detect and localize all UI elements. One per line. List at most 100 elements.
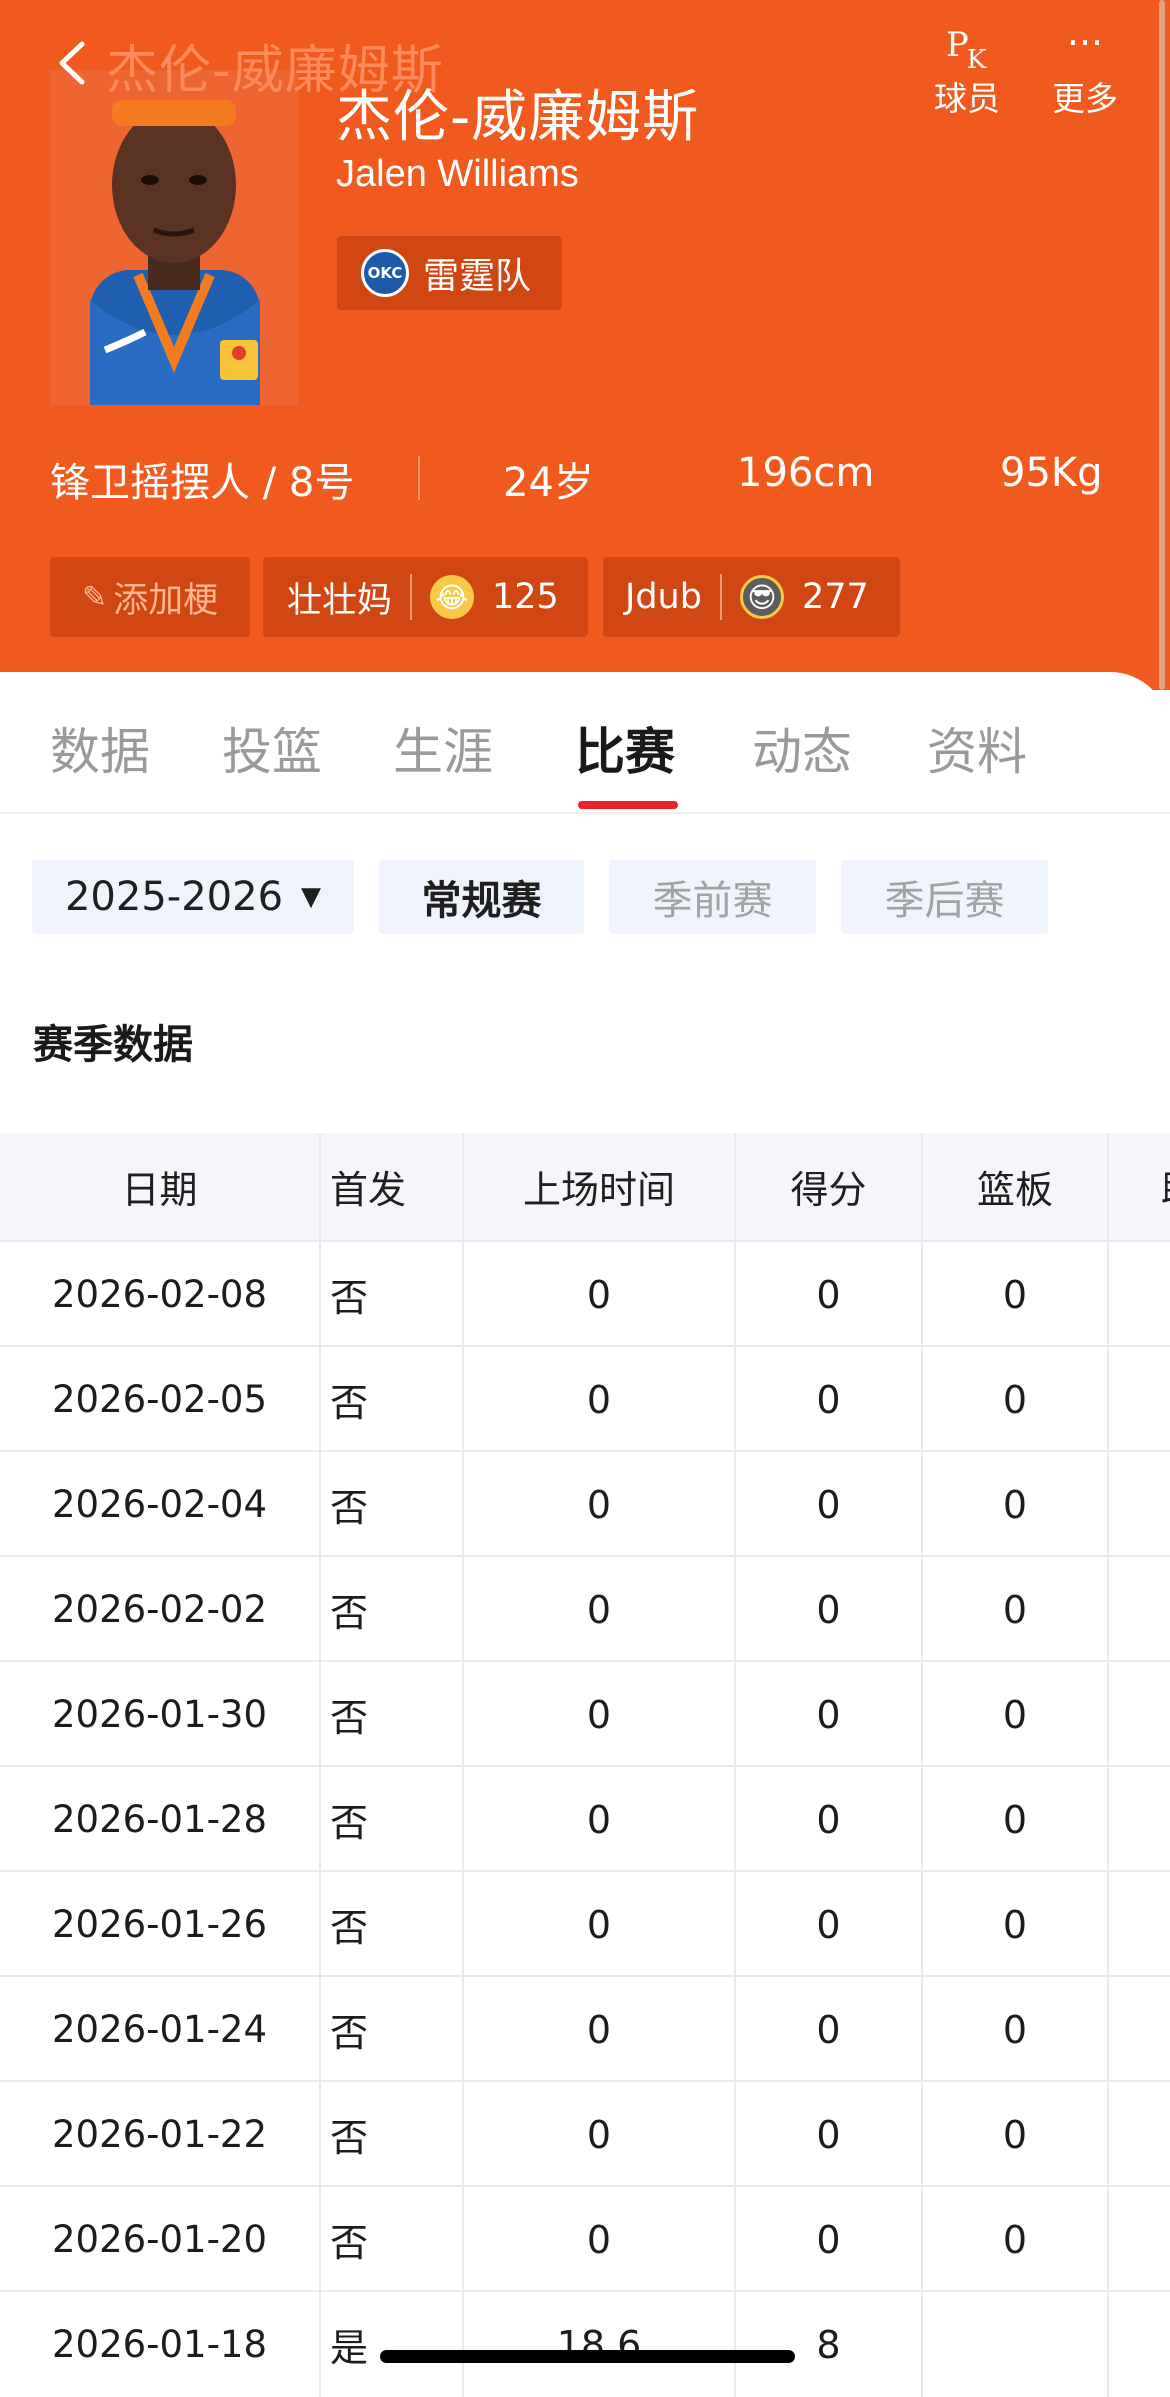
nickname-text: Jdub bbox=[625, 577, 702, 617]
nickname-count: 277 bbox=[801, 577, 869, 617]
home-indicator bbox=[380, 2350, 795, 2363]
header-minutes: 上场时间 bbox=[464, 1133, 736, 1240]
cell-assists bbox=[1109, 1347, 1170, 1452]
header-date: 日期 bbox=[0, 1133, 321, 1240]
position-number: 锋卫摇摆人 / 8号 bbox=[50, 460, 355, 506]
table-row[interactable]: 2026-02-02 否 0 0 0 bbox=[0, 1555, 1170, 1662]
cell-rebounds: 0 bbox=[923, 1977, 1109, 2082]
player-age: 24岁 bbox=[503, 460, 594, 506]
cell-date: 2026-01-20 bbox=[0, 2187, 321, 2292]
tab-profile[interactable]: 资料 bbox=[927, 712, 1027, 784]
season-dropdown[interactable]: 2025-2026 ▼ bbox=[32, 860, 354, 934]
player-avatar[interactable] bbox=[50, 70, 298, 405]
pk-label: 球员 bbox=[934, 79, 1000, 118]
cell-rebounds bbox=[923, 2292, 1109, 2397]
cell-points: 8 bbox=[736, 2292, 923, 2397]
team-logo-icon: OKC bbox=[361, 249, 409, 297]
tab-bar: 数据 投篮 生涯 比赛 动态 资料 bbox=[0, 672, 1170, 814]
cell-starter: 否 bbox=[321, 1347, 464, 1452]
cell-assists bbox=[1109, 1242, 1170, 1347]
cell-rebounds: 0 bbox=[923, 2082, 1109, 2187]
table-row[interactable]: 2026-01-28 否 0 0 0 bbox=[0, 1765, 1170, 1872]
cell-minutes: 0 bbox=[464, 1347, 736, 1452]
add-nickname-button[interactable]: ✎ 添加梗 bbox=[50, 557, 250, 637]
cell-date: 2026-01-18 bbox=[0, 2292, 321, 2397]
cell-rebounds: 0 bbox=[923, 1767, 1109, 1872]
info-divider bbox=[418, 456, 420, 500]
filter-postseason[interactable]: 季后赛 bbox=[841, 860, 1048, 934]
cell-date: 2026-01-30 bbox=[0, 1662, 321, 1767]
player-info-row: 锋卫摇摆人 / 8号 24岁 196cm 95Kg bbox=[0, 440, 1170, 510]
cell-starter: 否 bbox=[321, 2082, 464, 2187]
more-dots-icon: ··· bbox=[1066, 21, 1104, 65]
table-row[interactable]: 2026-01-24 否 0 0 0 bbox=[0, 1975, 1170, 2082]
pk-icon: PK bbox=[945, 25, 987, 75]
tab-stats[interactable]: 数据 bbox=[50, 712, 150, 784]
active-tab-indicator bbox=[578, 801, 678, 809]
cell-assists bbox=[1109, 1977, 1170, 2082]
cell-minutes: 0 bbox=[464, 1977, 736, 2082]
cell-points: 0 bbox=[736, 1557, 923, 1662]
cell-minutes: 0 bbox=[464, 2082, 736, 2187]
cell-assists bbox=[1109, 2082, 1170, 2187]
cell-minutes: 0 bbox=[464, 2187, 736, 2292]
team-chip[interactable]: OKC 雷霆队 bbox=[337, 236, 562, 310]
team-name: 雷霆队 bbox=[423, 256, 532, 297]
cell-date: 2026-01-24 bbox=[0, 1977, 321, 2082]
back-button[interactable] bbox=[52, 38, 92, 88]
cell-rebounds: 0 bbox=[923, 1242, 1109, 1347]
pencil-icon: ✎ bbox=[81, 579, 108, 615]
filter-preseason[interactable]: 季前赛 bbox=[609, 860, 816, 934]
tab-shooting[interactable]: 投篮 bbox=[222, 712, 322, 784]
tab-news[interactable]: 动态 bbox=[752, 712, 852, 784]
cell-assists bbox=[1109, 2187, 1170, 2292]
nickname-text: 壮壮妈 bbox=[287, 580, 393, 621]
cell-assists bbox=[1109, 1452, 1170, 1557]
nickname-tag[interactable]: Jdub 😎 277 bbox=[603, 557, 900, 637]
cell-minutes: 0 bbox=[464, 1662, 736, 1767]
cell-minutes: 0 bbox=[464, 1242, 736, 1347]
table-row[interactable]: 2026-02-08 否 0 0 0 bbox=[0, 1240, 1170, 1347]
cell-assists bbox=[1109, 1872, 1170, 1977]
table-row[interactable]: 2026-01-22 否 0 0 0 bbox=[0, 2080, 1170, 2187]
pk-button[interactable]: PK 球员 bbox=[912, 20, 1022, 120]
cell-minutes: 0 bbox=[464, 1767, 736, 1872]
cell-date: 2026-02-04 bbox=[0, 1452, 321, 1557]
table-row[interactable]: 2026-01-18 是 18.6 8 bbox=[0, 2290, 1170, 2397]
cell-starter: 否 bbox=[321, 1662, 464, 1767]
cell-points: 0 bbox=[736, 2082, 923, 2187]
player-height: 196cm bbox=[737, 450, 875, 496]
tab-games[interactable]: 比赛 bbox=[575, 712, 675, 784]
cell-minutes: 0 bbox=[464, 1872, 736, 1977]
tag-divider bbox=[410, 574, 413, 620]
cell-rebounds: 0 bbox=[923, 1557, 1109, 1662]
cell-rebounds: 0 bbox=[923, 1662, 1109, 1767]
cell-assists bbox=[1109, 1767, 1170, 1872]
tab-career[interactable]: 生涯 bbox=[393, 712, 493, 784]
cell-starter: 否 bbox=[321, 1242, 464, 1347]
nickname-count: 125 bbox=[492, 577, 559, 617]
cell-rebounds: 0 bbox=[923, 2187, 1109, 2292]
table-row[interactable]: 2026-01-30 否 0 0 0 bbox=[0, 1660, 1170, 1767]
header-assists: 助 bbox=[1109, 1133, 1170, 1240]
cell-starter: 否 bbox=[321, 1767, 464, 1872]
cell-date: 2026-02-08 bbox=[0, 1242, 321, 1347]
nickname-tag[interactable]: 壮壮妈 😂 125 bbox=[263, 557, 588, 637]
cell-points: 0 bbox=[736, 2187, 923, 2292]
table-row[interactable]: 2026-01-26 否 0 0 0 bbox=[0, 1870, 1170, 1977]
cool-face-emoji-icon: 😎 bbox=[739, 575, 784, 619]
table-row[interactable]: 2026-02-04 否 0 0 0 bbox=[0, 1450, 1170, 1557]
header-starter: 首发 bbox=[321, 1133, 464, 1240]
cell-rebounds: 0 bbox=[923, 1872, 1109, 1977]
cell-minutes: 0 bbox=[464, 1557, 736, 1662]
laugh-cry-emoji-icon: 😂 bbox=[430, 575, 475, 619]
cell-rebounds: 0 bbox=[923, 1347, 1109, 1452]
filter-regular-season[interactable]: 常规赛 bbox=[379, 860, 584, 934]
cell-points: 0 bbox=[736, 1452, 923, 1557]
table-row[interactable]: 2026-02-05 否 0 0 0 bbox=[0, 1345, 1170, 1452]
table-row[interactable]: 2026-01-20 否 0 0 0 bbox=[0, 2185, 1170, 2292]
cell-date: 2026-01-28 bbox=[0, 1767, 321, 1872]
scrollbar[interactable] bbox=[1159, 0, 1165, 690]
tag-divider bbox=[719, 574, 722, 620]
more-button[interactable]: ··· 更多 bbox=[1030, 20, 1140, 120]
